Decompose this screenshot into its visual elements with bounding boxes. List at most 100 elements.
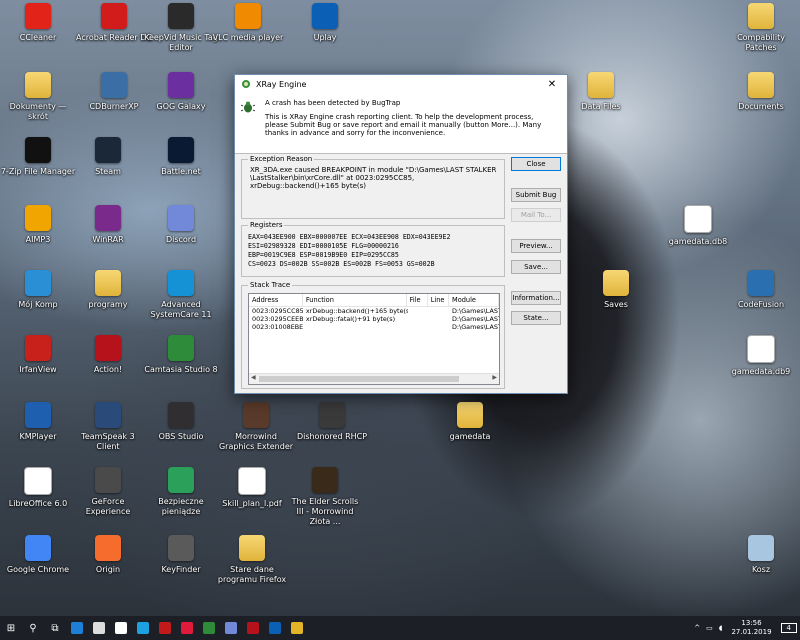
desktop-icon[interactable]: Mój Komp (0, 270, 76, 310)
stalker-taskbar-icon[interactable] (286, 616, 308, 640)
desktop-icon-label: Origin (95, 565, 121, 574)
uplay-taskbar-icon[interactable] (264, 616, 286, 640)
desktop-icon[interactable]: Bezpieczne pieniądze (143, 467, 219, 517)
scrollbar-thumb[interactable] (259, 376, 459, 382)
app-glyph (203, 622, 215, 634)
desktop-icon[interactable]: Data Files (563, 72, 639, 112)
computer-icon (25, 270, 51, 296)
table-row[interactable]: 0023:0295CEEB xrDebug::fatal()+91 byte(s… (249, 315, 499, 323)
desktop-icon[interactable]: Dishonored RHCP (294, 402, 370, 442)
table-row[interactable]: 0023:0295CC85 xrDebug::backend()+165 byt… (249, 307, 499, 315)
desktop-icon[interactable]: Saves (578, 270, 654, 310)
clock[interactable]: 13:56 27.01.2019 (731, 619, 771, 637)
chrome-icon (25, 535, 51, 561)
desktop-icon[interactable]: gamedata.db9 (723, 335, 799, 377)
desktop-icon[interactable]: CDBurnerXP (76, 72, 152, 112)
desktop-icon[interactable]: gamedata (432, 402, 508, 442)
desktop-icon[interactable]: Acrobat Reader DC (76, 3, 152, 43)
action-taskbar-icon[interactable] (242, 616, 264, 640)
desktop-icon[interactable]: Morrowind Graphics Extender (218, 402, 294, 452)
information-button[interactable]: Information... (511, 291, 561, 305)
horizontal-scrollbar[interactable]: ◀ ▶ (249, 373, 499, 384)
desktop-icon[interactable]: KeyFinder (143, 535, 219, 575)
desktop-icon[interactable]: Google Chrome (0, 535, 76, 575)
desktop-icon[interactable]: CodeFusion (723, 270, 799, 310)
desktop-icon[interactable]: Advanced SystemCare 11 (143, 270, 219, 320)
mail-icon[interactable] (110, 616, 132, 640)
desktop-icon[interactable]: VLC media player (210, 3, 286, 43)
scroll-right-icon[interactable]: ▶ (492, 374, 497, 381)
column-function[interactable]: Function (303, 294, 407, 306)
desktop-icon[interactable]: programy (70, 270, 146, 310)
desktop-icon[interactable]: WinRAR (70, 205, 146, 245)
desktop-icon[interactable]: KeepVid Music Tag Editor (143, 3, 219, 53)
desktop-icon[interactable]: GeForce Experience (70, 467, 146, 517)
notification-icon[interactable]: 4 (780, 623, 797, 633)
close-button[interactable]: Close (511, 157, 561, 171)
submit-bug-button[interactable]: Submit Bug (511, 188, 561, 202)
stack-trace-list[interactable]: Address Function File Line Module 0023:0… (248, 293, 500, 385)
desktop-icon[interactable]: Battle.net (143, 137, 219, 177)
origin-icon (95, 535, 121, 561)
desktop-icon[interactable]: TeamSpeak 3 Client (70, 402, 146, 452)
dialog-titlebar[interactable]: XRay Engine ✕ (235, 75, 567, 93)
close-icon[interactable]: ✕ (537, 75, 567, 93)
folder-icon (748, 3, 774, 29)
column-address[interactable]: Address (249, 294, 303, 306)
preview-button[interactable]: Preview... (511, 239, 561, 253)
column-line[interactable]: Line (428, 294, 449, 306)
registers-group: Registers EAX=043EE900 EBX=000007EE ECX=… (241, 221, 505, 277)
folder-icon (748, 72, 774, 98)
volume-icon[interactable]: ◖ (719, 624, 723, 632)
cell-address: 0023:0295CC85 (252, 307, 303, 315)
store-icon[interactable] (88, 616, 110, 640)
desktop-icon[interactable]: Kosz (723, 535, 799, 575)
state-button[interactable]: State... (511, 311, 561, 325)
exception-text: XR_3DA.exe caused BREAKPOINT in module "… (250, 166, 500, 190)
desktop-icon[interactable]: Camtasia Studio 8 (143, 335, 219, 375)
cell-file (408, 315, 429, 323)
action-icon (95, 335, 121, 361)
desktop-icon[interactable]: Action! (70, 335, 146, 375)
network-icon[interactable]: ▭ (706, 624, 713, 632)
app-glyph (137, 622, 149, 634)
tray-chevron-icon[interactable]: ^ (694, 624, 700, 632)
table-row[interactable]: 0023:01008EBE D:\Games\LAST (249, 323, 499, 331)
ccleaner-taskbar-icon[interactable] (132, 616, 154, 640)
desktop-icon[interactable]: Dokumenty — skrót (0, 72, 76, 122)
desktop-icon[interactable]: AIMP3 (0, 205, 76, 245)
scroll-left-icon[interactable]: ◀ (251, 374, 256, 381)
edge-icon[interactable] (66, 616, 88, 640)
desktop-icon[interactable]: Documents (723, 72, 799, 112)
desktop-icon[interactable]: CCleaner (0, 3, 76, 43)
start-icon[interactable]: ⊞ (0, 616, 22, 640)
desktop-icon[interactable]: The Elder Scrolls III - Morrowind Złota … (287, 467, 363, 527)
desktop-icon[interactable]: Skill_plan_l.pdf (214, 467, 290, 509)
desktop-icon[interactable]: Steam (70, 137, 146, 177)
red-app-icon[interactable] (154, 616, 176, 640)
column-file[interactable]: File (407, 294, 428, 306)
desktop-icon[interactable]: Stare dane programu Firefox (214, 535, 290, 585)
desktop-icon[interactable]: Compability Patches (723, 3, 799, 53)
desktop-icon[interactable]: Uplay (287, 3, 363, 43)
desktop-icon-label: Documents (738, 102, 784, 111)
search-icon[interactable]: ⚲ (22, 616, 44, 640)
discord-taskbar-icon[interactable] (220, 616, 242, 640)
desktop-icon[interactable]: GOG Galaxy (143, 72, 219, 112)
mail-to-button[interactable]: Mail To... (511, 208, 561, 222)
desktop-icon[interactable]: 7-Zip File Manager (0, 137, 76, 177)
desktop-icon[interactable]: KMPlayer (0, 402, 76, 442)
column-module[interactable]: Module (449, 294, 499, 306)
crash-dialog: XRay Engine ✕ A crash has been detected … (234, 74, 568, 394)
task-view-icon[interactable]: ⧉ (44, 616, 66, 640)
desktop-icon[interactable]: Origin (70, 535, 146, 575)
desktop-icon[interactable]: gamedata.db8 (660, 205, 736, 247)
desktop-icon[interactable]: OBS Studio (143, 402, 219, 442)
save-button[interactable]: Save... (511, 260, 561, 274)
registers-text: EAX=043EE900 EBX=000007EE ECX=043EE908 E… (248, 233, 450, 269)
desktop-icon[interactable]: IrfanView (0, 335, 76, 375)
opera-icon[interactable] (176, 616, 198, 640)
desktop-icon[interactable]: LibreOffice 6.0 (0, 467, 76, 509)
camtasia-taskbar-icon[interactable] (198, 616, 220, 640)
desktop-icon[interactable]: Discord (143, 205, 219, 245)
